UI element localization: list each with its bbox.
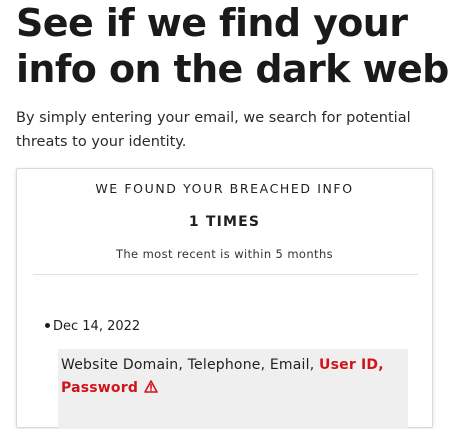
breach-date-text: Dec 14, 2022 <box>53 319 141 334</box>
headline-line-1: See if we find your <box>16 1 408 45</box>
page-headline: See if we find your info on the dark web <box>16 0 449 92</box>
exposed-password: Password <box>61 380 139 396</box>
card-title: WE FOUND YOUR BREACHED INFO <box>95 181 354 196</box>
exposed-data-box: Website Domain, Telephone, Email, User I… <box>58 349 408 429</box>
bullet-icon <box>45 323 50 328</box>
description-line-2: threats to your identity. <box>16 134 187 150</box>
headline-line-2: info on the dark web <box>16 47 449 91</box>
description-line-1: By simply entering your email, we search… <box>16 110 411 126</box>
page-description: By simply entering your email, we search… <box>16 106 446 154</box>
exposed-line-1: Website Domain, Telephone, Email, User I… <box>61 354 408 377</box>
exposed-line-2: Password <box>61 377 408 400</box>
warning-triangle-icon <box>143 380 158 393</box>
exposed-user-id: User ID, <box>319 357 384 373</box>
breach-count: 1 TIMES <box>188 214 261 230</box>
breach-entry-date: Dec 14, 2022 <box>45 319 140 334</box>
breach-result-card: WE FOUND YOUR BREACHED INFO 1 TIMES The … <box>16 168 433 429</box>
most-recent-note: The most recent is within 5 months <box>115 247 334 261</box>
exposed-plain-fields: Website Domain, Telephone, Email, <box>61 357 315 373</box>
card-divider <box>33 274 418 275</box>
